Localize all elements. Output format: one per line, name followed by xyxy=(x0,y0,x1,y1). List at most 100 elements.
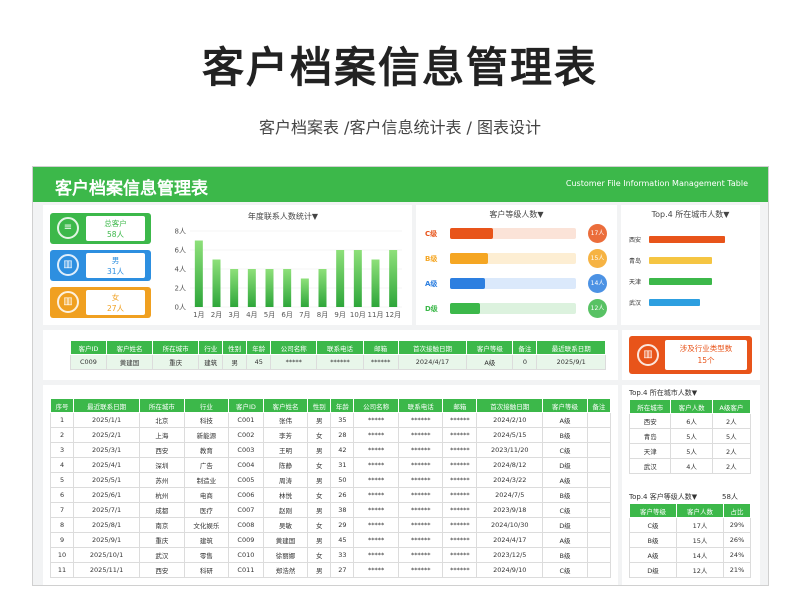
table-cell: 男 xyxy=(307,502,332,518)
column-header[interactable]: 客户姓名 xyxy=(105,340,154,355)
annual-chart-title[interactable]: 年度联系人数统计▼ xyxy=(193,211,373,222)
table-cell: ****** xyxy=(442,532,478,548)
table-cell: C007 xyxy=(228,502,264,518)
table-row[interactable]: 4 2025/4/1 深圳 广告 C004 陈静女 31 ***** ****** ****** 2… xyxy=(49,457,612,473)
table-cell xyxy=(586,547,612,563)
column-header[interactable]: 所在城市 xyxy=(139,398,185,413)
table-cell: 李芳 xyxy=(262,427,309,443)
column-header[interactable]: 备注 xyxy=(586,398,612,413)
table-cell: 文化娱乐 xyxy=(183,517,230,533)
column-header[interactable]: 邮箱 xyxy=(362,340,399,355)
column-header[interactable]: 所在城市 xyxy=(152,340,200,355)
search-cell: 建筑 xyxy=(198,354,224,370)
table-row[interactable]: 6 2025/6/1 杭州 电商 C006 林悦女 26 ***** ****** ****** 2… xyxy=(49,487,612,503)
table-cell: 2025/11/1 xyxy=(73,562,141,578)
table-cell: C009 xyxy=(228,532,264,548)
table-cell: 吴敏 xyxy=(262,517,309,533)
table-row[interactable]: 9 2025/9/1 重庆 建筑 C009 黄建国男 45 ***** ****** ******… xyxy=(49,532,612,548)
x-tick-label: 2月 xyxy=(211,311,222,319)
column-header[interactable]: 公司名称 xyxy=(270,340,318,355)
column-header[interactable]: 公司名称 xyxy=(353,398,399,413)
column-header[interactable]: 年龄 xyxy=(246,340,272,355)
table-row[interactable]: 7 2025/7/1 成都 医疗 C007 赵刚男 38 ***** ****** ****** 2… xyxy=(49,502,612,518)
table-cell: 31 xyxy=(330,457,355,473)
table-cell: 2025/2/1 xyxy=(73,427,141,443)
table-cell: C002 xyxy=(228,427,264,443)
kpi-male: ▥ 男 31人 xyxy=(50,250,151,281)
column-header[interactable]: 最近联系日期 xyxy=(536,340,606,355)
column-header[interactable]: 客户等级 xyxy=(542,398,588,413)
table-cell: 天津 xyxy=(628,443,672,459)
column-header[interactable]: 客户等级 xyxy=(466,340,514,355)
level-table-row[interactable]: C级 17人 29% xyxy=(628,517,751,533)
x-tick-label: 5月 xyxy=(264,311,275,319)
column-header[interactable]: 邮箱 xyxy=(442,398,478,413)
table-cell: B级 xyxy=(542,487,588,503)
column-header[interactable]: 客户人数 xyxy=(676,503,725,518)
city-table-row[interactable]: 天津 5人 2人 xyxy=(628,443,752,459)
level-table-row[interactable]: B级 15人 26% xyxy=(628,532,751,548)
column-header[interactable]: 客户人数 xyxy=(670,399,713,414)
table-cell: 深圳 xyxy=(139,457,185,473)
table-cell: 周涛 xyxy=(262,472,309,488)
column-header[interactable]: 首次接触日期 xyxy=(476,398,544,413)
column-header[interactable]: 客户等级 xyxy=(628,503,678,518)
column-header[interactable]: 性别 xyxy=(307,398,332,413)
column-header[interactable]: 备注 xyxy=(512,340,538,355)
city-chart-title[interactable]: Top.4 所在城市人数▼ xyxy=(621,209,760,220)
table-cell: 42 xyxy=(330,442,355,458)
column-header[interactable]: 序号 xyxy=(49,398,75,413)
city-label: 青岛 xyxy=(629,258,642,265)
column-header[interactable]: 性别 xyxy=(222,340,248,355)
table-row[interactable]: 3 2025/3/1 西安 教育 C003 王明男 42 ***** ****** ****** 2… xyxy=(49,442,612,458)
city-table-row[interactable]: 青岛 5人 5人 xyxy=(628,428,752,444)
table-row[interactable]: 2 2025/2/1 上海 新能源 C002 李芳女 28 ***** ****** ******… xyxy=(49,427,612,443)
column-header[interactable]: 联系电话 xyxy=(316,340,364,355)
level-table-row[interactable]: A级 14人 24% xyxy=(628,547,751,563)
table-cell: 2025/8/1 xyxy=(73,517,141,533)
column-header[interactable]: 客户ID xyxy=(70,340,107,355)
main-table-panel: 序号 最近联系日期 所在城市 行业 客户ID 客户姓名 性别 年龄 公司名称 联系电话 邮箱 首次接触… xyxy=(43,385,618,585)
column-header[interactable]: 行业 xyxy=(183,398,230,413)
column-header[interactable]: 年龄 xyxy=(330,398,355,413)
column-header[interactable]: 联系电话 xyxy=(397,398,444,413)
table-cell: A级 xyxy=(542,412,588,428)
table-cell xyxy=(586,427,612,443)
column-header[interactable]: 所在城市 xyxy=(628,399,672,414)
column-header[interactable]: 最近联系日期 xyxy=(73,398,141,413)
column-header[interactable]: 行业 xyxy=(198,340,224,355)
column-header[interactable]: A级客户 xyxy=(711,399,752,414)
x-tick-label: 9月 xyxy=(334,311,345,319)
city-table-row[interactable]: 武汉 4人 2人 xyxy=(628,458,752,474)
column-header[interactable]: 客户姓名 xyxy=(262,398,309,413)
table-cell: 8 xyxy=(49,517,75,533)
table-cell: 29 xyxy=(330,517,355,533)
level-table-row[interactable]: D级 12人 21% xyxy=(628,562,751,578)
column-header[interactable]: 首次接触日期 xyxy=(397,340,468,355)
table-cell: 郑浩然 xyxy=(262,562,309,578)
table-cell: 17人 xyxy=(676,517,725,533)
table-cell: 武汉 xyxy=(628,458,672,474)
table-row[interactable]: 8 2025/8/1 南京 文化娱乐 C008 吴敏女 29 ***** ****** *****… xyxy=(49,517,612,533)
column-header[interactable]: 占比 xyxy=(723,503,751,518)
column-header[interactable]: 客户ID xyxy=(228,398,264,413)
search-cell: 男 xyxy=(222,354,248,370)
table-cell: 西安 xyxy=(139,562,185,578)
city-table-row[interactable]: 西安 6人 2人 xyxy=(628,413,752,429)
level-table: 客户等级 客户人数 占比 C级 17人 29% B级 15人 26% A级 14人 24% D级 12人… xyxy=(628,503,751,578)
table-row[interactable]: 5 2025/5/1 苏州 制造业 C005 周涛男 50 ***** ****** ******… xyxy=(49,472,612,488)
city-panel: Top.4 所在城市人数▼ 西安 青岛 天津 武汉 xyxy=(621,205,760,325)
level-table-total: 58人 xyxy=(722,493,738,501)
search-result-row[interactable]: C009 黄建国 重庆 建筑男 45 ***** ****** ****** 2024/4/17… xyxy=(70,354,606,370)
search-cell: ****** xyxy=(316,354,364,370)
table-row[interactable]: 1 2025/1/1 北京 科技 C001 张伟男 35 ***** ****** ****** 2… xyxy=(49,412,612,428)
level-bar xyxy=(450,228,493,239)
level-table-title[interactable]: Top.4 客户等级人数▼ xyxy=(629,492,697,502)
table-cell: 苏州 xyxy=(139,472,185,488)
level-chart-title[interactable]: 客户等级人数▼ xyxy=(416,209,617,220)
city-table-title[interactable]: Top.4 所在城市人数▼ xyxy=(629,388,697,398)
table-row[interactable]: 10 2025/10/1 武汉 零售 C010 徐丽娜女 33 ***** ****** ****… xyxy=(49,547,612,563)
table-row[interactable]: 11 2025/11/1 西安 科研 C011 郑浩然男 27 ***** ****** ****… xyxy=(49,562,612,578)
table-cell: ****** xyxy=(397,427,444,443)
table-cell: C006 xyxy=(228,487,264,503)
